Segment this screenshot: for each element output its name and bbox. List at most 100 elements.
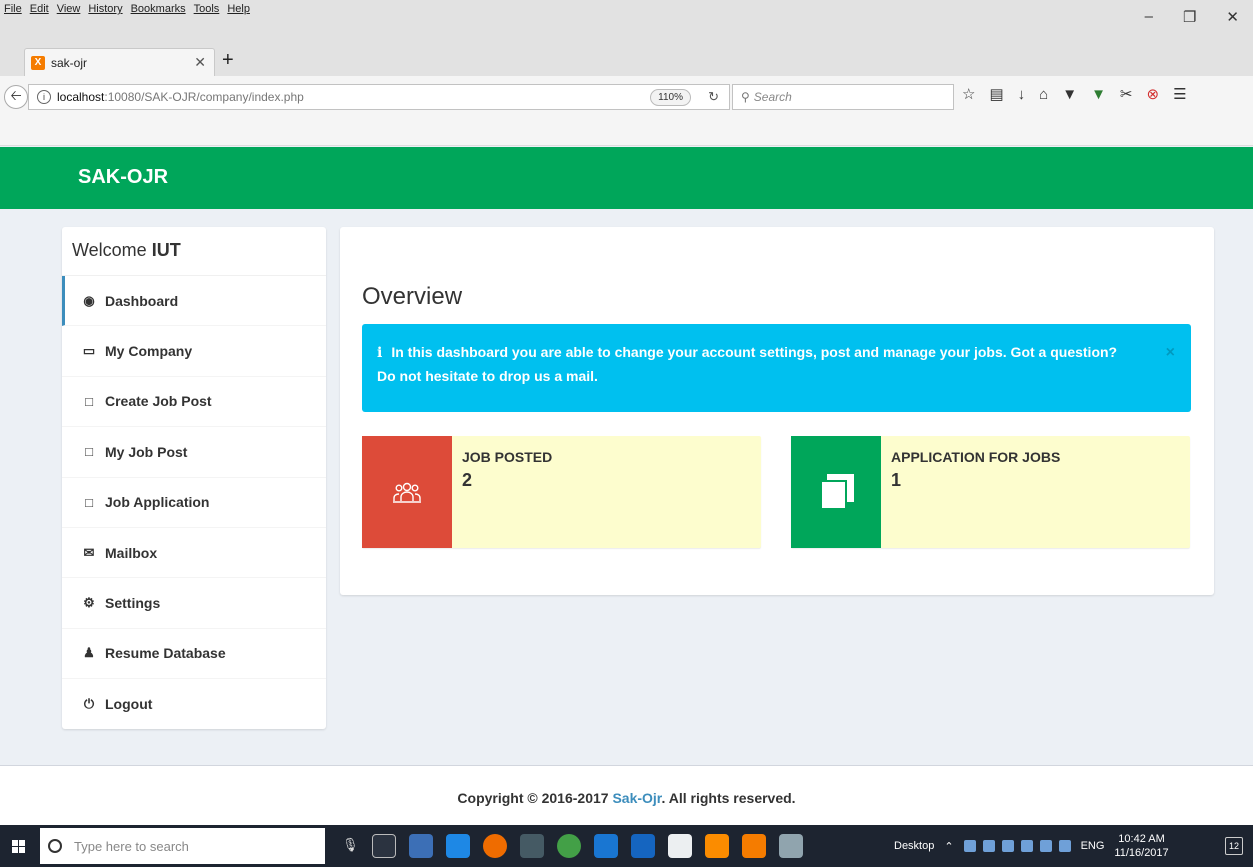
- menu-file[interactable]: File: [4, 3, 22, 15]
- clock-time: 10:42 AM: [1118, 833, 1165, 845]
- brand-logo[interactable]: SAK-OJR: [78, 166, 168, 189]
- microphone-icon[interactable]: 🎙: [342, 837, 359, 853]
- tray-app-icon[interactable]: [982, 840, 995, 852]
- copyright-prefix: Copyright © 2016-2017: [457, 790, 609, 806]
- sidebar-item-logout[interactable]: ⏻ Logout: [62, 679, 326, 729]
- browser-toolbar: ☆ ▤ ↓ ⌂ ▼ ▼ ✂ ⊗ ☰: [962, 85, 1187, 104]
- applications-label: APPLICATION FOR JOBS: [891, 449, 1061, 465]
- sidebar-item-label: Mailbox: [105, 544, 158, 561]
- volume-icon[interactable]: [1039, 840, 1052, 852]
- sidebar-item-dashboard[interactable]: ◉ Dashboard: [62, 276, 326, 327]
- network-icon[interactable]: [1001, 840, 1014, 852]
- menu-bookmarks[interactable]: Bookmarks: [131, 3, 186, 15]
- user-icon: ♟: [83, 645, 95, 661]
- app-icon[interactable]: [594, 834, 618, 858]
- tab-close-icon[interactable]: ✕: [194, 54, 206, 71]
- browser-tab[interactable]: X sak-ojr ✕: [24, 48, 215, 76]
- page-footer: Copyright © 2016-2017 Sak-Ojr. All right…: [0, 765, 1253, 825]
- hamburger-menu-icon[interactable]: ☰: [1173, 85, 1186, 103]
- menu-tools[interactable]: Tools: [194, 3, 220, 15]
- sidebar-item-resume-database[interactable]: ♟ Resume Database: [62, 629, 326, 680]
- search-icon: ⚲: [741, 90, 750, 104]
- desktop-icon: ▭: [82, 343, 96, 359]
- sidebar-item-create-job-post[interactable]: □ Create Job Post: [62, 377, 326, 428]
- tab-strip: X sak-ojr ✕ +: [0, 40, 1253, 76]
- menu-view[interactable]: View: [57, 3, 81, 15]
- sidebar-item-label: Resume Database: [105, 645, 226, 662]
- notification-count: 12: [1228, 841, 1239, 851]
- bookmark-star-icon[interactable]: ☆: [962, 85, 975, 103]
- sidebar-item-settings[interactable]: ⚙ Settings: [62, 578, 326, 629]
- menu-help[interactable]: Help: [227, 3, 250, 15]
- vlc-icon[interactable]: [705, 834, 729, 858]
- notification-center-icon[interactable]: 12: [1225, 837, 1243, 855]
- window-controls: – ❐ ✕: [1145, 8, 1239, 26]
- applications-count: 1: [891, 470, 902, 490]
- sidebar-item-label: Dashboard: [105, 292, 179, 309]
- applications-box[interactable]: APPLICATION FOR JOBS 1: [791, 436, 1190, 548]
- sticky-app-icon[interactable]: [631, 834, 655, 858]
- sidebar-item-my-job-post[interactable]: □ My Job Post: [62, 427, 326, 478]
- job-posted-label: JOB POSTED: [462, 449, 553, 465]
- cortana-icon: [48, 839, 62, 853]
- paint-icon[interactable]: [779, 834, 803, 858]
- language-indicator[interactable]: ENG: [1081, 840, 1105, 852]
- tray-app-icon[interactable]: [963, 840, 976, 852]
- home-icon[interactable]: ⌂: [1039, 86, 1048, 103]
- menu-edit[interactable]: Edit: [30, 3, 49, 15]
- mail-icon[interactable]: [668, 834, 692, 858]
- store-icon[interactable]: [520, 834, 544, 858]
- taskbar-apps: [372, 834, 803, 858]
- browser-search-input[interactable]: ⚲ Search: [732, 84, 954, 110]
- alert-close-icon[interactable]: ×: [1166, 341, 1175, 364]
- reload-icon[interactable]: ↻: [708, 89, 719, 105]
- browser-navbar: 🡠 i localhost:10080/SAK-OJR/company/inde…: [0, 76, 1253, 146]
- task-view-icon[interactable]: [372, 834, 396, 858]
- monitor-icon[interactable]: [1020, 840, 1033, 852]
- extension-download-icon[interactable]: ▼: [1091, 86, 1106, 103]
- clock-date: 11/16/2017: [1114, 847, 1169, 859]
- sidebar-item-mailbox[interactable]: ✉ Mailbox: [62, 528, 326, 579]
- restore-icon[interactable]: ❐: [1183, 8, 1196, 26]
- taskbar-search-input[interactable]: Type here to search: [40, 828, 325, 864]
- welcome-heading: Welcome IUT: [62, 227, 326, 276]
- keyboard-icon[interactable]: [1058, 840, 1071, 852]
- reading-list-icon[interactable]: ▤: [989, 85, 1003, 103]
- power-icon: ⏻: [83, 696, 95, 712]
- back-arrow-icon[interactable]: 🡠: [4, 85, 28, 109]
- footer-link[interactable]: Sak-Ojr: [612, 790, 661, 806]
- url-bar[interactable]: i localhost:10080/SAK-OJR/company/index.…: [28, 84, 730, 110]
- firefox-icon[interactable]: [483, 834, 507, 858]
- zoom-level[interactable]: 110%: [650, 89, 691, 106]
- file-explorer-icon[interactable]: [409, 834, 433, 858]
- chrome-icon[interactable]: [557, 834, 581, 858]
- new-tab-icon[interactable]: +: [222, 50, 234, 70]
- file-icon: □: [85, 494, 93, 510]
- gear-icon: ⚙: [83, 595, 95, 611]
- download-icon[interactable]: ↓: [1018, 86, 1026, 103]
- tab-title: sak-ojr: [51, 55, 88, 70]
- close-window-icon[interactable]: ✕: [1226, 8, 1239, 26]
- edge-icon[interactable]: [446, 834, 470, 858]
- sidebar-item-my-company[interactable]: ▭ My Company: [62, 326, 326, 377]
- sidebar-item-job-application[interactable]: □ Job Application: [62, 478, 326, 528]
- screenshot-icon[interactable]: ✂: [1120, 85, 1133, 103]
- tray-icons: [963, 840, 1071, 852]
- start-button[interactable]: [0, 825, 36, 867]
- sidebar: Welcome IUT ◉ Dashboard ▭ My Company □ C…: [62, 227, 326, 729]
- chevron-up-icon[interactable]: ⌃: [944, 840, 953, 853]
- info-icon[interactable]: i: [37, 90, 51, 104]
- xampp-icon[interactable]: [742, 834, 766, 858]
- pocket-icon[interactable]: ▼: [1062, 86, 1077, 103]
- blocker-icon[interactable]: ⊗: [1147, 85, 1160, 103]
- taskbar-clock[interactable]: 10:42 AM 11/16/2017: [1114, 832, 1168, 860]
- job-posted-count: 2: [462, 470, 473, 490]
- minimize-icon[interactable]: –: [1145, 8, 1153, 26]
- welcome-prefix: Welcome: [72, 240, 147, 260]
- browser-menubar: File Edit View History Bookmarks Tools H…: [0, 0, 1253, 40]
- menu-history[interactable]: History: [88, 3, 122, 15]
- info-alert: i In this dashboard you are able to chang…: [362, 324, 1191, 412]
- welcome-user: IUT: [151, 240, 181, 260]
- job-posted-box[interactable]: JOB POSTED 2: [362, 436, 761, 548]
- desktop-toolbar-label[interactable]: Desktop: [894, 840, 934, 852]
